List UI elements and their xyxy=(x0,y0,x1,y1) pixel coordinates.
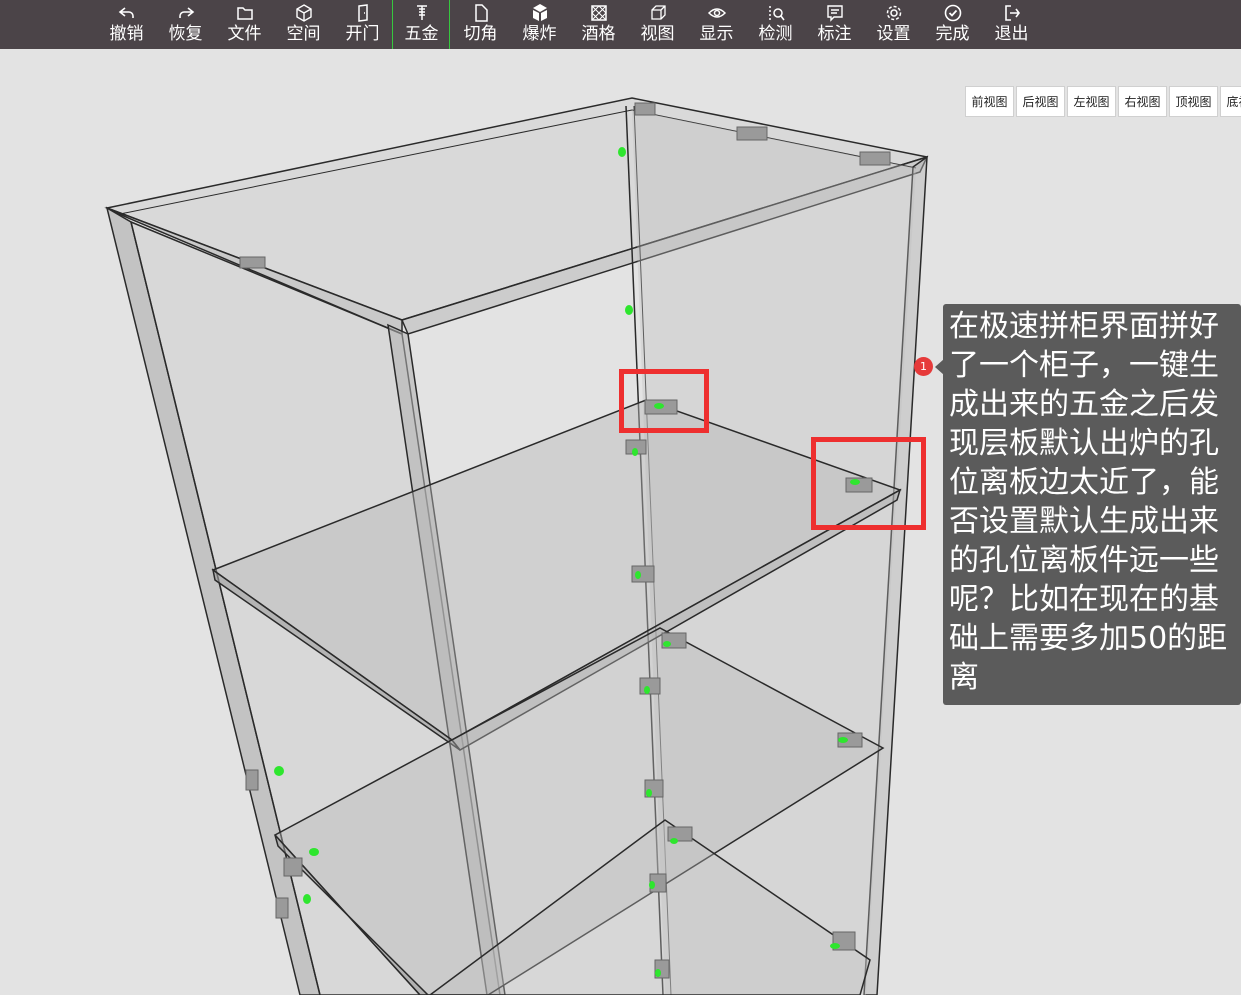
toolbar-button-label: 爆炸 xyxy=(522,24,557,44)
toolbar-button-10[interactable]: 视图 xyxy=(628,0,687,49)
cabinet-model xyxy=(104,97,929,995)
highlight-box-shelf-hole-right xyxy=(811,437,926,530)
folder-icon xyxy=(215,3,274,23)
eye-icon xyxy=(687,3,746,23)
toolbar-button-9[interactable]: 酒格 xyxy=(569,0,628,49)
toolbar-button-15[interactable]: 完成 xyxy=(923,0,982,49)
toolbar-button-label: 视图 xyxy=(640,24,675,44)
gear-icon xyxy=(864,3,923,23)
view-button-6[interactable]: 底视图 xyxy=(1220,86,1241,117)
toolbar-button-label: 五金 xyxy=(404,24,439,44)
toolbar-button-label: 恢复 xyxy=(168,24,203,44)
toolbar-button-label: 切角 xyxy=(463,24,498,44)
annotation-icon xyxy=(805,3,864,23)
undo-icon xyxy=(97,3,156,23)
toolbar-button-label: 检测 xyxy=(758,24,793,44)
toolbar-button-11[interactable]: 显示 xyxy=(687,0,746,49)
check-circle-icon xyxy=(923,3,982,23)
toolbar-button-8[interactable]: 爆炸 xyxy=(510,0,569,49)
toolbar-button-label: 空间 xyxy=(286,24,321,44)
toolbar-button-label: 显示 xyxy=(699,24,734,44)
cube-icon xyxy=(274,3,333,23)
view-button-5[interactable]: 顶视图 xyxy=(1169,86,1218,117)
toolbar-button-1[interactable]: 撤销 xyxy=(97,0,156,49)
toolbar-button-3[interactable]: 文件 xyxy=(215,0,274,49)
toolbar-button-label: 文件 xyxy=(227,24,262,44)
toolbar-button-13[interactable]: 标注 xyxy=(805,0,864,49)
wine-grid-icon xyxy=(569,3,628,23)
active-tool-divider xyxy=(392,0,393,49)
corner-cut-icon xyxy=(451,3,510,23)
toolbar-button-14[interactable]: 设置 xyxy=(864,0,923,49)
view-button-3[interactable]: 左视图 xyxy=(1067,86,1116,117)
toolbar-button-2[interactable]: 恢复 xyxy=(156,0,215,49)
view-button-1[interactable]: 前视图 xyxy=(965,86,1014,117)
screw-icon xyxy=(392,3,451,23)
toolbar-button-12[interactable]: 检测 xyxy=(746,0,805,49)
active-tool-divider xyxy=(449,0,450,49)
annotation-tooltip: 在极速拼柜界面拼好了一个柜子，一键生成出来的五金之后发现层板默认出炉的孔位离板边… xyxy=(943,304,1241,705)
main-toolbar: 撤销 恢复 文件 空间 开门 五金 切角 爆炸 酒格 视图 显示 检测 标注 设置 完成 退出 xyxy=(0,0,1241,49)
view-button-2[interactable]: 后视图 xyxy=(1016,86,1065,117)
annotation-marker[interactable]: 1 xyxy=(914,357,933,376)
toolbar-button-label: 完成 xyxy=(935,24,970,44)
view-cube-icon xyxy=(628,3,687,23)
toolbar-button-label: 酒格 xyxy=(581,24,616,44)
door-icon xyxy=(333,3,392,23)
redo-icon xyxy=(156,3,215,23)
toolbar-button-16[interactable]: 退出 xyxy=(982,0,1041,49)
explode-cube-icon xyxy=(510,3,569,23)
exit-icon xyxy=(982,3,1041,23)
view-switcher: 前视图后视图左视图右视图顶视图底视图 xyxy=(965,86,1241,118)
annotation-comment: 在极速拼柜界面拼好了一个柜子，一键生成出来的五金之后发现层板默认出炉的孔位离板边… xyxy=(949,309,1228,695)
toolbar-button-7[interactable]: 切角 xyxy=(451,0,510,49)
highlight-box-shelf-hole-back xyxy=(619,369,709,433)
toolbar-button-6[interactable]: 五金 xyxy=(392,0,451,49)
toolbar-button-4[interactable]: 空间 xyxy=(274,0,333,49)
toolbar-button-label: 撤销 xyxy=(109,24,144,44)
toolbar-button-label: 设置 xyxy=(876,24,911,44)
toolbar-button-label: 开门 xyxy=(345,24,380,44)
view-button-4[interactable]: 右视图 xyxy=(1118,86,1167,117)
toolbar-button-label: 标注 xyxy=(817,24,852,44)
toolbar-button-5[interactable]: 开门 xyxy=(333,0,392,49)
toolbar-button-label: 退出 xyxy=(994,24,1029,44)
inspect-list-icon xyxy=(746,3,805,23)
